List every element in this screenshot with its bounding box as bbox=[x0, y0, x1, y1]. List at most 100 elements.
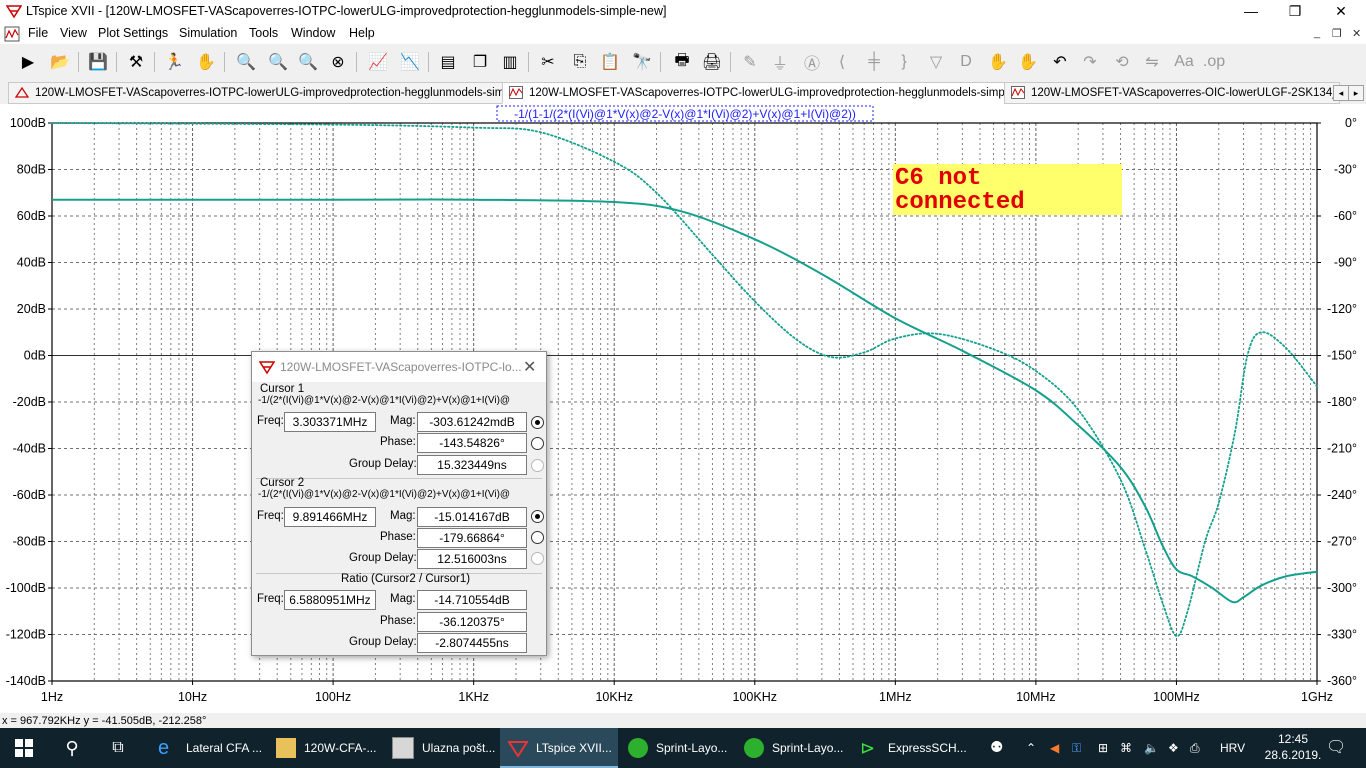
ratio-phase-field[interactable]: -36.120375° bbox=[417, 612, 527, 632]
people-icon[interactable]: ⚉ bbox=[990, 728, 1003, 768]
tile-vertical-icon[interactable]: ▥ bbox=[498, 50, 522, 74]
menu-file[interactable]: File bbox=[28, 26, 48, 40]
tab-schematic[interactable]: 120W-LMOSFET-VAScapoverres-IOTPC-lowerUL… bbox=[8, 82, 508, 104]
cursor2-gd-field[interactable]: 12.516003ns bbox=[417, 549, 527, 569]
cursor1-freq-field[interactable]: 3.303371MHz bbox=[284, 412, 376, 432]
tab-waveform-active[interactable]: 120W-LMOSFET-VAScapoverres-IOTPC-lowerUL… bbox=[502, 82, 1010, 104]
clock-date[interactable]: 28.6.2019. bbox=[1262, 748, 1324, 762]
taskbar-app-sprint-layout-1[interactable]: Sprint-Layo... bbox=[620, 728, 742, 768]
tab-scroll-right-button[interactable]: ▸ bbox=[1348, 85, 1364, 101]
tab-scroll-left-button[interactable]: ◂ bbox=[1333, 85, 1349, 101]
menu-help[interactable]: Help bbox=[349, 26, 375, 40]
tray-app-icon[interactable]: ◀ bbox=[1050, 728, 1059, 768]
ground-icon[interactable]: ⏚ bbox=[768, 50, 792, 74]
input-method-icon[interactable]: ⌘ bbox=[1120, 728, 1132, 768]
halt-icon[interactable]: ✋ bbox=[194, 50, 218, 74]
close-button[interactable]: ✕ bbox=[1318, 0, 1364, 24]
ratio-gd-field[interactable]: -2.8074455ns bbox=[417, 633, 527, 653]
zoom-out-icon[interactable]: 🔍 bbox=[266, 50, 290, 74]
print-setup-icon[interactable]: 🖨 bbox=[700, 50, 724, 74]
minimize-button[interactable]: — bbox=[1228, 0, 1274, 24]
zoom-fit-icon[interactable]: 🔍 bbox=[296, 50, 320, 74]
undo-icon[interactable]: ↶ bbox=[1048, 50, 1072, 74]
cursor2-gd-radio[interactable] bbox=[531, 552, 544, 565]
mdi-minimize-button[interactable]: _ bbox=[1314, 27, 1320, 39]
open-icon[interactable]: 📂 bbox=[48, 50, 72, 74]
cascade-icon[interactable]: ❐ bbox=[468, 50, 492, 74]
paste-icon[interactable]: 📋 bbox=[598, 50, 622, 74]
clock-time[interactable]: 12:45 bbox=[1270, 732, 1316, 746]
run-man-icon[interactable]: 🏃 bbox=[162, 50, 186, 74]
taskbar-app-folder[interactable]: 120W-CFA-... bbox=[268, 728, 388, 768]
cut-icon[interactable]: ✂ bbox=[536, 50, 560, 74]
cursor1-phase-field[interactable]: -143.54826° bbox=[417, 433, 527, 453]
resistor-icon[interactable]: ⟨ bbox=[830, 50, 854, 74]
waveform-plot[interactable]: 100dB 80dB 60dB 40dB 20dB 0dB -20dB -40dB -60dB -… bbox=[0, 104, 1366, 714]
toolbar-separator bbox=[116, 52, 117, 72]
ratio-mag-field[interactable]: -14.710554dB bbox=[417, 590, 527, 610]
cursor1-mag-field[interactable]: -303.61242mdB bbox=[417, 412, 527, 432]
tray-chevron-icon[interactable]: ⌃ bbox=[1026, 728, 1036, 768]
notifications-icon[interactable]: 🗨 bbox=[1326, 728, 1346, 768]
copy-icon[interactable]: ⎘ bbox=[568, 50, 592, 74]
print-icon[interactable]: 🖶 bbox=[670, 50, 694, 74]
menu-plot-settings[interactable]: Plot Settings bbox=[98, 26, 168, 40]
taskbar-app-sprint-layout-2[interactable]: Sprint-Layo... bbox=[736, 728, 858, 768]
taskbar-app-ltspice[interactable]: LTspice XVII... bbox=[500, 728, 618, 768]
capacitor-icon[interactable]: ╪ bbox=[862, 50, 886, 74]
text-icon[interactable]: Aa bbox=[1172, 50, 1196, 74]
zoom-cancel-icon[interactable]: ⊗ bbox=[326, 50, 350, 74]
search-icon[interactable]: ⚲ bbox=[50, 728, 94, 768]
zoom-in-icon[interactable]: 🔍 bbox=[234, 50, 258, 74]
network-icon[interactable]: ⎙ bbox=[1190, 728, 1200, 768]
inductor-icon[interactable]: } bbox=[892, 50, 916, 74]
rotate-icon[interactable]: ⟲ bbox=[1110, 50, 1134, 74]
cursor2-freq-field[interactable]: 9.891466MHz bbox=[284, 507, 376, 527]
cursor1-gd-field[interactable]: 15.323449ns bbox=[417, 455, 527, 475]
restore-button[interactable]: ❐ bbox=[1272, 0, 1318, 24]
cursor1-mag-radio[interactable] bbox=[531, 416, 544, 429]
component-icon[interactable]: D bbox=[954, 50, 978, 74]
cursor2-phase-radio[interactable] bbox=[531, 531, 544, 544]
spice-directive-icon[interactable]: .op bbox=[1202, 50, 1226, 74]
dialog-close-icon[interactable]: ✕ bbox=[523, 357, 536, 377]
tray-usb-icon[interactable]: ⊞ bbox=[1098, 728, 1108, 768]
drag-icon[interactable]: ✋ bbox=[1016, 50, 1040, 74]
language-indicator[interactable]: HRV bbox=[1220, 728, 1245, 768]
cursor1-phase-radio[interactable] bbox=[531, 437, 544, 450]
run-icon[interactable]: ▶ bbox=[16, 50, 40, 74]
menu-simulation[interactable]: Simulation bbox=[179, 26, 237, 40]
cursor2-phase-field[interactable]: -179.66864° bbox=[417, 528, 527, 548]
save-icon[interactable]: 💾 bbox=[86, 50, 110, 74]
autorange-icon[interactable]: 📈 bbox=[366, 50, 390, 74]
mirror-icon[interactable]: ⇋ bbox=[1140, 50, 1164, 74]
redo-icon[interactable]: ↷ bbox=[1078, 50, 1102, 74]
find-icon[interactable]: 🔭 bbox=[630, 50, 654, 74]
menu-view[interactable]: View bbox=[60, 26, 87, 40]
cursor2-mag-radio[interactable] bbox=[531, 510, 544, 523]
label-icon[interactable]: Ⓐ bbox=[800, 50, 824, 74]
bluetooth-icon[interactable]: ⚿ bbox=[1072, 728, 1081, 768]
volume-icon[interactable]: 🔈 bbox=[1144, 728, 1159, 768]
autorange-y-icon[interactable]: 📉 bbox=[398, 50, 422, 74]
mdi-close-button[interactable]: ✕ bbox=[1352, 27, 1361, 40]
mdi-restore-button[interactable]: ❐ bbox=[1332, 27, 1342, 40]
taskbar-app-mail[interactable]: Ulazna pošt... bbox=[384, 728, 504, 768]
dropbox-icon[interactable]: ❖ bbox=[1168, 728, 1179, 768]
tab-waveform-2[interactable]: 120W-LMOSFET-VAScapoverres-OIC-lowerULGF… bbox=[1004, 82, 1340, 104]
control-panel-icon[interactable]: ⚒ bbox=[124, 50, 148, 74]
taskbar-app-edge[interactable]: e Lateral CFA ... bbox=[150, 728, 274, 768]
menu-window[interactable]: Window bbox=[291, 26, 335, 40]
task-view-icon[interactable]: ⧉ bbox=[96, 728, 140, 768]
trace-label[interactable]: -1/(1-1/(2*(I(Vi)@1*V(x)@2-V(x)@1*I(Vi)@… bbox=[514, 107, 856, 121]
draw-wire-icon[interactable]: ✎ bbox=[738, 50, 762, 74]
cursor1-gd-radio[interactable] bbox=[531, 459, 544, 472]
ratio-freq-field[interactable]: 6.5880951MHz bbox=[284, 590, 376, 610]
start-button[interactable] bbox=[0, 728, 48, 768]
cursor2-mag-field[interactable]: -15.014167dB bbox=[417, 507, 527, 527]
taskbar-app-expresssch[interactable]: ⊳ ExpressSCH... bbox=[852, 728, 978, 768]
diode-icon[interactable]: ▽ bbox=[924, 50, 948, 74]
menu-tools[interactable]: Tools bbox=[249, 26, 278, 40]
tile-horizontal-icon[interactable]: ▤ bbox=[436, 50, 460, 74]
move-icon[interactable]: ✋ bbox=[986, 50, 1010, 74]
